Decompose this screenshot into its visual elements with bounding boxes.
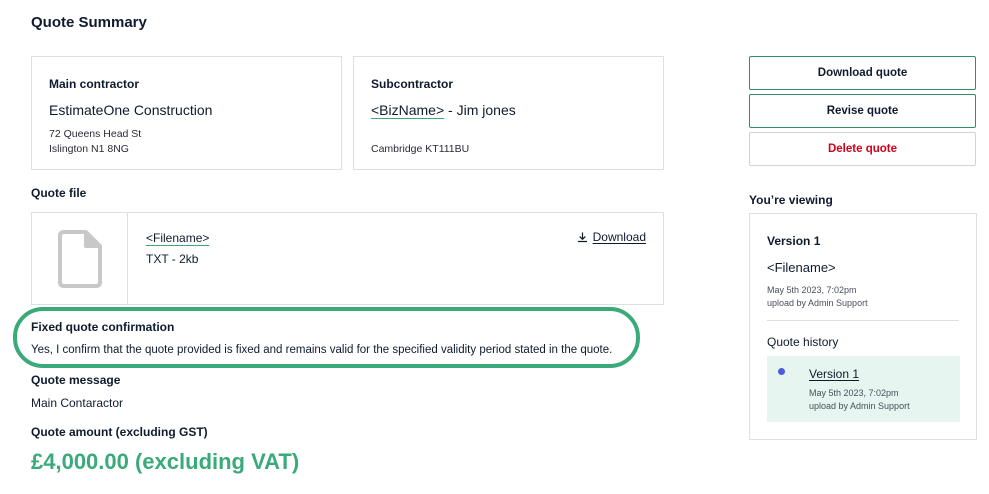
subcontractor-address: Cambridge KT111BU: [371, 143, 470, 155]
quote-file-name-link[interactable]: <Filename>: [146, 231, 209, 245]
subcontractor-label: Subcontractor: [371, 77, 454, 91]
quote-file-download-link[interactable]: Download: [577, 230, 646, 244]
download-quote-button[interactable]: Download quote: [749, 56, 976, 90]
viewer-divider: [767, 320, 959, 321]
subcontractor-card: Subcontractor <BizName> - Jim jones Camb…: [353, 56, 664, 170]
quote-file-meta: TXT - 2kb: [146, 252, 199, 266]
page-title: Quote Summary: [31, 14, 147, 31]
history-uploaded-by: upload by Admin Support: [809, 401, 910, 411]
main-contractor-card: Main contractor EstimateOne Construction…: [31, 56, 342, 170]
main-contractor-label: Main contractor: [49, 77, 140, 91]
subcontractor-biz-name[interactable]: <BizName>: [371, 102, 444, 118]
fixed-quote-text: Yes, I confirm that the quote provided i…: [31, 344, 613, 356]
viewer-date: May 5th 2023, 7:02pm: [767, 285, 857, 295]
quote-amount-value: £4,000.00 (excluding VAT): [31, 449, 300, 474]
main-contractor-address-line1: 72 Queens Head St: [49, 128, 142, 140]
quote-amount-heading: Quote amount (excluding GST): [31, 425, 208, 439]
quote-message-heading: Quote message: [31, 373, 121, 387]
subcontractor-contact: - Jim jones: [444, 102, 516, 118]
viewer-version: Version 1: [767, 234, 821, 248]
quote-file-card: <Filename> TXT - 2kb Download: [31, 212, 664, 305]
history-item[interactable]: Version 1 May 5th 2023, 7:02pm upload by…: [767, 356, 960, 422]
revise-quote-button[interactable]: Revise quote: [749, 94, 976, 128]
history-date: May 5th 2023, 7:02pm: [809, 388, 899, 398]
download-icon: [577, 231, 587, 242]
viewer-uploaded-by: upload by Admin Support: [767, 298, 868, 308]
viewer-filename: <Filename>: [767, 260, 836, 275]
history-version-link[interactable]: Version 1: [809, 367, 859, 381]
quote-history-label: Quote history: [767, 335, 839, 349]
main-contractor-address-line2: Islington N1 8NG: [49, 143, 129, 155]
viewing-label: You’re viewing: [749, 193, 833, 207]
document-icon: [57, 229, 102, 288]
quote-file-heading: Quote file: [31, 186, 87, 200]
history-dot-icon: [778, 368, 785, 375]
viewer-card: Version 1 <Filename> May 5th 2023, 7:02p…: [749, 213, 977, 440]
file-thumbnail: [32, 213, 128, 304]
delete-quote-button[interactable]: Delete quote: [749, 132, 976, 166]
fixed-quote-heading: Fixed quote confirmation: [31, 320, 175, 334]
subcontractor-name: <BizName> - Jim jones: [371, 102, 516, 118]
download-label: Download: [592, 230, 646, 244]
quote-message-text: Main Contaractor: [31, 396, 124, 410]
main-contractor-name: EstimateOne Construction: [49, 102, 213, 118]
fixed-quote-highlight-outline: [13, 307, 640, 368]
